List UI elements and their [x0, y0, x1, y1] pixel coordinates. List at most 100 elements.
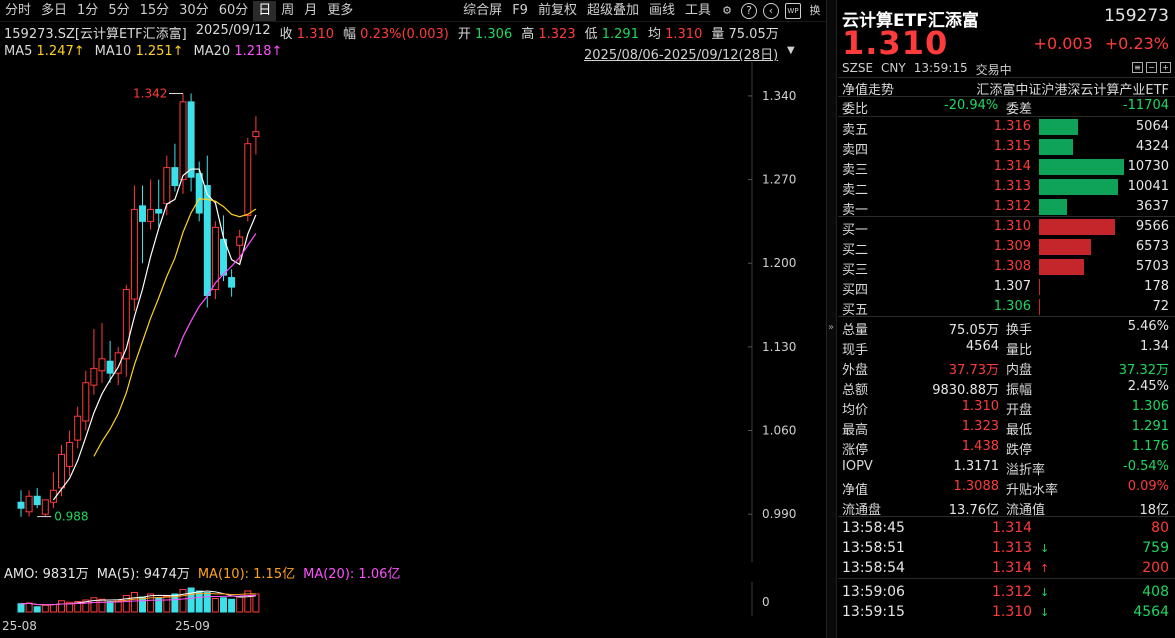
- period-toolbar: 分时 多日 1分 5分 15分 30分 60分日周月更多 综合屏 F9 前复权 超级叠加 画线 工具 ⚙?…: [0, 0, 826, 22]
- toolbar-tool[interactable]: F9: [507, 1, 533, 21]
- level-price: 1.316: [993, 119, 1031, 134]
- minus-icon[interactable]: −: [1146, 62, 1157, 73]
- x-label-sep: 25-09: [175, 619, 210, 633]
- y-tick-label: 1.270: [762, 173, 796, 187]
- volume-depth-bar: [1039, 199, 1068, 215]
- low-annotation: 0.988: [54, 510, 88, 524]
- period-tab[interactable]: 更多: [322, 1, 358, 21]
- toolbar-tool[interactable]: 画线: [644, 1, 680, 21]
- open-field: 开 1.306: [457, 27, 513, 42]
- candlestick-chart[interactable]: 1.340 1.270 1.200 1.130 1.060 0.990 1.342 0.988: [0, 62, 826, 562]
- tick-row: 13:59:15 1.310 ↓ 4564: [842, 603, 1169, 623]
- weicha-label: 委差: [1006, 102, 1033, 117]
- period-tab[interactable]: 月: [299, 1, 322, 21]
- plus-icon[interactable]: +: [1160, 62, 1171, 73]
- period-tab[interactable]: 周: [276, 1, 299, 21]
- level-price: 1.314: [993, 159, 1031, 174]
- wp-icon[interactable]: WP: [785, 2, 801, 19]
- panel-icons: ≡ − +: [1132, 62, 1171, 73]
- ask-row[interactable]: 卖四 1.315 4324: [842, 137, 1169, 158]
- stat-label: 总量: [842, 323, 869, 338]
- period-tab[interactable]: 1分: [72, 1, 103, 21]
- range-dropdown-icon[interactable]: ▼: [787, 45, 795, 56]
- tick-time: 13:58:51: [842, 540, 905, 556]
- bid-row[interactable]: 买五 1.306 72: [842, 297, 1169, 318]
- toolbar-tool[interactable]: 工具: [680, 1, 716, 21]
- stat-label: 均价: [842, 403, 869, 418]
- swap-label[interactable]: 换: [807, 3, 823, 19]
- ask-row[interactable]: 卖三 1.314 10730: [842, 157, 1169, 178]
- stat-label: 最低: [1006, 423, 1033, 438]
- level-price: 1.312: [993, 199, 1031, 214]
- period-tab[interactable]: 60分: [214, 1, 254, 21]
- ask-row[interactable]: 卖二 1.313 10041: [842, 177, 1169, 198]
- down-arrow-icon: ↓: [1040, 542, 1050, 555]
- level-volume: 5703: [1135, 259, 1169, 274]
- volume-bar: [187, 587, 195, 613]
- date-range-selector[interactable]: 2025/08/06-2025/09/12(28日): [584, 44, 778, 63]
- period-tab[interactable]: 日: [253, 0, 277, 21]
- tick-price: 1.314: [992, 520, 1033, 536]
- candle-body: [155, 208, 163, 214]
- candle-body: [17, 501, 25, 509]
- candle-body: [171, 167, 179, 187]
- candle-body: [82, 382, 90, 422]
- period-tab[interactable]: 多日: [36, 1, 72, 21]
- stat-value: 1.3088: [953, 479, 1000, 494]
- period-tab[interactable]: 分时: [0, 1, 36, 21]
- period-tab[interactable]: 15分: [135, 1, 175, 21]
- tick-row: 13:58:45 1.314 80: [842, 519, 1169, 539]
- ma10-line: [93, 198, 257, 457]
- volume-bar: [130, 592, 138, 613]
- tick-volume: 80: [1151, 520, 1169, 536]
- trading-state: 交易中: [975, 63, 1012, 77]
- period-tab[interactable]: 30分: [174, 1, 214, 21]
- menu-icon[interactable]: ≡: [1132, 62, 1143, 73]
- stat-value: 2.45%: [1127, 379, 1169, 394]
- period-tab[interactable]: 5分: [103, 1, 134, 21]
- ma20-legend: MA20 1.218↑: [193, 44, 283, 59]
- high-field: 高 1.323: [521, 27, 576, 42]
- volume-bar: [98, 598, 106, 613]
- bid-row[interactable]: 买四 1.307 178: [842, 277, 1169, 298]
- stat-label: 换手: [1006, 323, 1033, 338]
- gear-icon[interactable]: ⚙: [719, 3, 735, 19]
- panel-divider[interactable]: »: [826, 0, 837, 638]
- volume-depth-bar: [1039, 119, 1079, 135]
- ask-row[interactable]: 卖五 1.316 5064: [842, 117, 1169, 138]
- bid-row[interactable]: 买二 1.309 6573: [842, 237, 1169, 258]
- candle-body: [41, 499, 49, 515]
- tick-row: 13:58:51 1.313 ↓ 759: [842, 539, 1169, 559]
- amo-legend: AMO: 9831万 MA(5): 9474万 MA(10): 1.15亿 MA…: [4, 563, 400, 582]
- volume-bar: [33, 606, 41, 613]
- volume-chart[interactable]: 0: [0, 582, 826, 616]
- level-volume: 178: [1144, 279, 1169, 294]
- volume-depth-bar: [1039, 179, 1119, 195]
- ask-row[interactable]: 卖一 1.312 3637: [842, 197, 1169, 218]
- help-icon[interactable]: ?: [741, 2, 757, 19]
- tick-volume: 408: [1142, 584, 1169, 600]
- toolbar-tool[interactable]: 超级叠加: [582, 1, 644, 21]
- stat-value: 1.34: [1140, 339, 1169, 354]
- level-price: 1.309: [993, 239, 1031, 254]
- volume-depth-bar: [1039, 259, 1084, 275]
- back-icon[interactable]: ‹: [763, 2, 779, 19]
- change-value: +0.003: [1033, 34, 1093, 53]
- amo-value: AMO: 9831万: [4, 567, 89, 582]
- level-volume: 9566: [1135, 219, 1169, 234]
- bid-row[interactable]: 买三 1.308 5703: [842, 257, 1169, 278]
- candle-body: [106, 360, 114, 374]
- level-price: 1.306: [993, 299, 1031, 314]
- stat-label: 开盘: [1006, 403, 1033, 418]
- volume-depth-bar: [1039, 279, 1041, 295]
- vol-zero-label: 0: [762, 595, 770, 609]
- down-arrow-icon: ↓: [1040, 586, 1050, 599]
- expand-chevron-icon[interactable]: »: [828, 322, 834, 333]
- last-price: 1.310: [842, 24, 949, 62]
- tick-price: 1.313: [992, 540, 1033, 556]
- candle-body: [228, 277, 236, 288]
- toolbar-tool[interactable]: 前复权: [533, 1, 582, 21]
- volume-field: 量 75.05万: [711, 27, 779, 42]
- bid-row[interactable]: 买一 1.310 9566: [842, 217, 1169, 238]
- toolbar-tool[interactable]: 综合屏: [458, 1, 507, 21]
